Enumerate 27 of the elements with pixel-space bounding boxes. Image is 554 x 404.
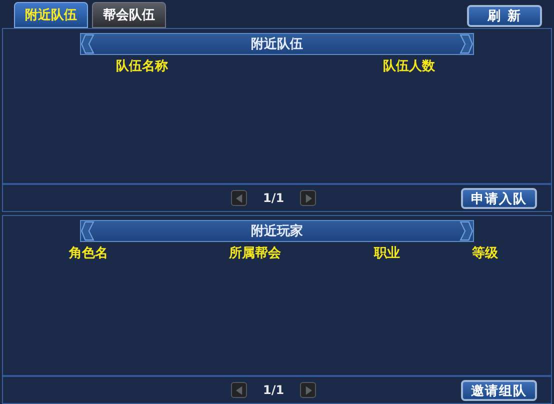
left-triangle-icon [236,386,242,394]
ornament-icon [81,221,95,241]
refresh-button[interactable]: 刷 新 [467,5,542,27]
column-header: 等级 [472,245,498,262]
tab[interactable]: 帮会队伍 [92,2,166,28]
left-triangle-icon [236,194,242,202]
action-button[interactable]: 邀请组队 [461,380,537,400]
section-title: 附近队伍 [251,36,303,53]
previous-page-button[interactable] [231,190,247,206]
right-triangle-icon [304,194,312,202]
next-page-button[interactable] [300,382,316,398]
ornament-icon [459,221,473,241]
column-header: 职业 [374,245,400,262]
tab[interactable]: 附近队伍 [14,2,88,28]
column-header: 所属帮会 [229,245,281,262]
page-indicator: 1/1 [263,191,284,205]
section-title: 附近玩家 [251,222,303,240]
column-header: 队伍人数 [383,58,435,75]
right-triangle-icon [304,386,312,394]
column-header: 队伍名称 [116,58,168,75]
action-button[interactable]: 申请入队 [461,188,537,208]
ornament-icon [459,34,473,54]
next-page-button[interactable] [300,190,316,206]
ornament-icon [81,34,95,54]
column-header: 角色名 [69,245,108,262]
previous-page-button[interactable] [231,382,247,398]
page-indicator: 1/1 [263,383,284,397]
